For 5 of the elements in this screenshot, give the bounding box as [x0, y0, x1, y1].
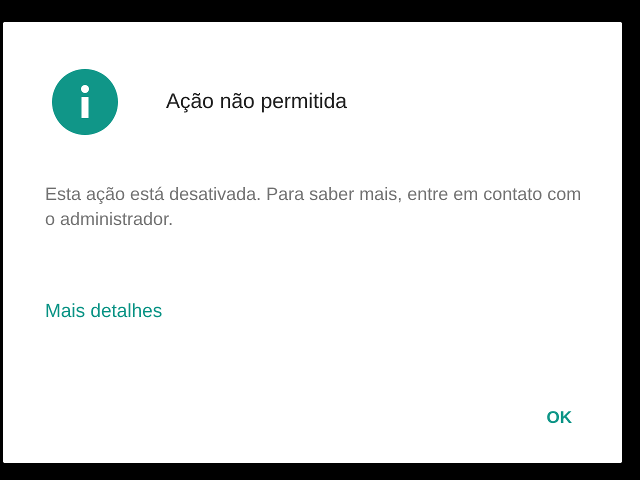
dialog-message: Esta ação está desativada. Para saber mais, entre em contato com o administrador. [45, 183, 582, 231]
ok-button[interactable]: OK [536, 398, 582, 436]
dialog-title: Ação não permitida [166, 89, 347, 116]
details-link[interactable]: Mais detalhes [45, 298, 162, 326]
info-icon [52, 69, 118, 135]
